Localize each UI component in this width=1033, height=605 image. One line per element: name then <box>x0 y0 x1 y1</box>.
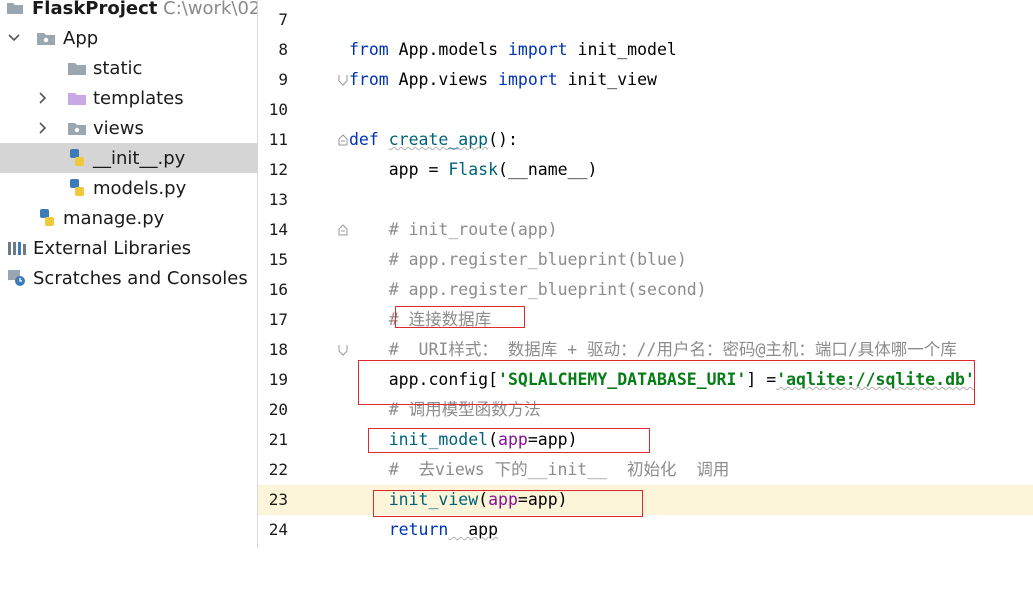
python-file-icon <box>66 173 88 203</box>
tree-label-static: static <box>93 57 143 79</box>
code-line-9: from App.views import init_view <box>349 70 657 89</box>
tree-label-init-py: __init__.py <box>93 147 186 169</box>
chevron-right-icon[interactable] <box>33 83 53 113</box>
tree-item-views[interactable]: views <box>0 113 257 143</box>
tree-item-manage-py[interactable]: manage.py <box>0 203 257 233</box>
tree-item-scratches[interactable]: Scratches and Consoles <box>0 263 257 293</box>
tree-item-templates[interactable]: templates <box>0 83 257 113</box>
python-file-icon <box>36 203 58 233</box>
code-line-8: from App.models import init_model <box>349 40 677 59</box>
templates-folder-icon <box>66 83 88 113</box>
code-line-15: # app.register_blueprint(blue) <box>349 250 687 269</box>
code-line-21: init_model(app=app) <box>388 430 578 449</box>
code-line-17: # 连接数据库 <box>349 310 492 329</box>
tree-label-views: views <box>93 117 144 139</box>
code-editor[interactable]: 7 8 9 10 11 12 13 14 15 16 17 18 19 20 2… <box>258 0 1033 548</box>
package-folder-icon <box>66 113 88 143</box>
line-number: 7 <box>278 10 288 29</box>
project-name: FlaskProject <box>32 0 158 19</box>
code-line-12: app = Flask(__name__) <box>349 160 598 179</box>
folder-icon <box>4 0 26 23</box>
tree-label-manage-py: manage.py <box>63 207 165 229</box>
project-path: C:\work\02\ <box>163 0 258 19</box>
code-line-19: app.config['SQLALCHEMY_DATABASE_URI'] ='… <box>349 370 975 389</box>
tree-item-init-py[interactable]: __init__.py <box>0 143 257 173</box>
scratches-icon <box>6 263 28 293</box>
code-line-18: # URI样式： 数据库 + 驱动：//用户名：密码@主机：端口/具体哪一个库 <box>349 340 957 359</box>
tree-item-external-libraries[interactable]: External Libraries <box>0 233 257 263</box>
chevron-right-icon[interactable] <box>33 113 53 143</box>
project-tree-panel: FlaskProject C:\work\02\ App static temp… <box>0 0 258 548</box>
code-line-14: # init_route(app) <box>349 220 558 239</box>
code-line-22: # 去views 下的__init__ 初始化 调用 <box>349 460 730 479</box>
library-icon <box>6 233 28 263</box>
code-line-20: # 调用模型函数方法 <box>349 400 541 419</box>
tree-label-app: App <box>63 27 99 49</box>
tree-label-templates: templates <box>93 87 184 109</box>
tree-item-static[interactable]: static <box>0 53 257 83</box>
tree-label-external-libraries: External Libraries <box>33 237 192 259</box>
tree-label-models-py: models.py <box>93 177 187 199</box>
python-file-icon <box>66 143 88 173</box>
folder-icon <box>66 53 88 83</box>
tree-item-app[interactable]: App <box>0 23 257 53</box>
tree-item-project-root[interactable]: FlaskProject C:\work\02\ <box>0 0 257 23</box>
code-line-23: init_view(app=app) <box>388 490 568 509</box>
code-line-11: def create_app(): <box>349 130 518 149</box>
code-line-16: # app.register_blueprint(second) <box>349 280 707 299</box>
code-line-24: return app <box>388 520 499 539</box>
tree-item-models-py[interactable]: models.py <box>0 173 257 203</box>
tree-label-scratches: Scratches and Consoles <box>33 267 248 289</box>
chevron-down-icon[interactable] <box>4 23 24 53</box>
package-folder-icon <box>35 23 57 53</box>
